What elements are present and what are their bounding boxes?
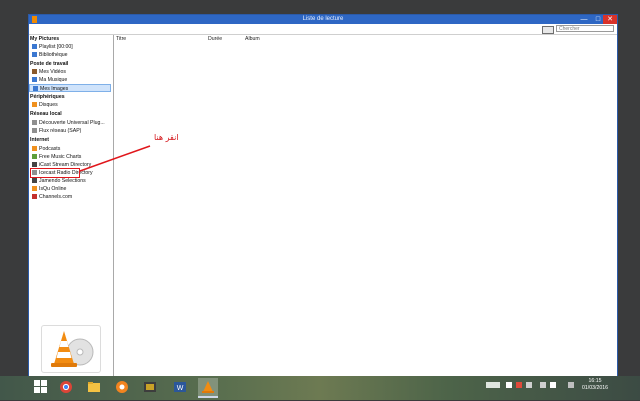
word-icon[interactable]: W: [170, 378, 190, 396]
clock-time: 16:15: [588, 378, 602, 384]
clock-date: 01/03/2016: [582, 385, 608, 391]
keyboard-icon[interactable]: [486, 382, 500, 388]
windows-start-icon[interactable]: [34, 380, 48, 394]
network-tray-icon[interactable]: [526, 382, 532, 388]
vlc-taskbar-icon[interactable]: [198, 378, 218, 398]
media-app-icon[interactable]: [112, 378, 132, 396]
clock[interactable]: 16:15 01/03/2016: [582, 378, 608, 392]
video-editor-icon[interactable]: [140, 378, 160, 396]
battery-icon[interactable]: [540, 382, 546, 388]
volume-icon[interactable]: [550, 382, 556, 388]
tray-app-icon[interactable]: [516, 382, 522, 388]
language-icon[interactable]: [568, 382, 574, 388]
svg-text:W: W: [177, 385, 184, 392]
file-explorer-icon[interactable]: [84, 378, 104, 396]
tray-arrow-icon[interactable]: [506, 382, 512, 388]
annotation-arrow: [79, 145, 151, 172]
chrome-icon[interactable]: [56, 378, 76, 396]
